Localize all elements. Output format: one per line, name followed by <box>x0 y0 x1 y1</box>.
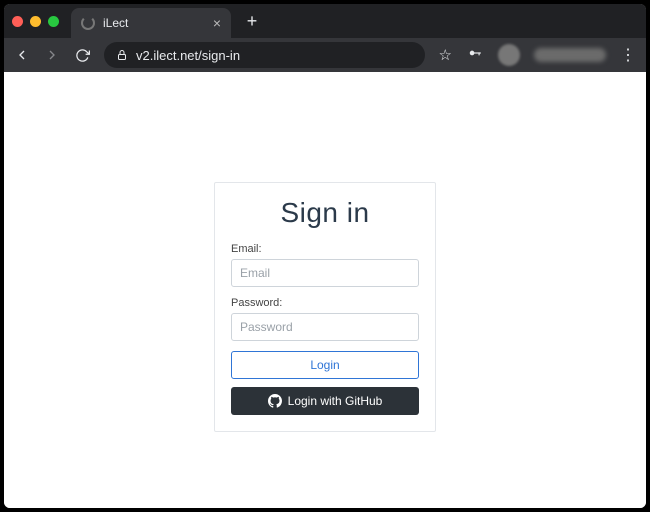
password-label: Password: <box>231 297 419 309</box>
browser-window: iLect × + v2.ilect.net/sign-in ☆ <box>4 4 646 508</box>
back-button[interactable] <box>14 47 30 63</box>
close-tab-icon[interactable]: × <box>213 15 221 31</box>
toolbar: v2.ilect.net/sign-in ☆ ⋮ <box>4 38 646 72</box>
url-text: v2.ilect.net/sign-in <box>136 48 240 63</box>
login-button[interactable]: Login <box>231 351 419 379</box>
email-field[interactable] <box>231 259 419 287</box>
page-title: Sign in <box>231 197 419 229</box>
email-label: Email: <box>231 243 419 255</box>
browser-chrome: iLect × + v2.ilect.net/sign-in ☆ <box>4 4 646 72</box>
signin-card: Sign in Email: Password: Login Login wit… <box>214 182 436 432</box>
forward-button[interactable] <box>44 47 60 63</box>
tab-bar: iLect × + <box>4 4 646 38</box>
page-content: Sign in Email: Password: Login Login wit… <box>4 72 646 508</box>
loading-spinner-icon <box>81 16 95 30</box>
reload-button[interactable] <box>74 47 90 63</box>
github-login-button[interactable]: Login with GitHub <box>231 387 419 415</box>
minimize-window-button[interactable] <box>30 16 41 27</box>
password-field[interactable] <box>231 313 419 341</box>
profile-label-blurred <box>534 48 606 62</box>
lock-icon <box>116 49 128 61</box>
address-bar[interactable]: v2.ilect.net/sign-in <box>104 42 425 68</box>
github-icon <box>268 394 282 408</box>
close-window-button[interactable] <box>12 16 23 27</box>
window-controls <box>12 16 59 27</box>
github-button-label: Login with GitHub <box>288 394 383 408</box>
password-key-icon[interactable] <box>466 46 484 65</box>
profile-avatar[interactable] <box>498 44 520 66</box>
maximize-window-button[interactable] <box>48 16 59 27</box>
browser-tab[interactable]: iLect × <box>71 8 231 38</box>
new-tab-button[interactable]: + <box>241 11 263 32</box>
toolbar-right: ☆ ⋮ <box>439 44 636 66</box>
menu-icon[interactable]: ⋮ <box>620 45 636 65</box>
bookmark-icon[interactable]: ☆ <box>439 46 452 64</box>
login-button-label: Login <box>310 358 339 372</box>
tab-title: iLect <box>103 16 205 30</box>
